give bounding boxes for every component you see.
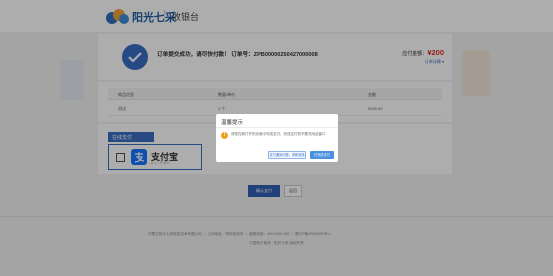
dialog-title: 温馨提示 (221, 120, 244, 126)
payment-problem-button[interactable]: 支付遇到问题，重新选择 (268, 151, 306, 159)
payment-done-button[interactable]: 已完成支付 (310, 151, 334, 159)
warning-icon: ! (221, 132, 228, 139)
dialog-message: 请您在新打开的页面中完成支付，完成支付前不要关闭此窗口 (231, 132, 326, 136)
payment-tip-dialog: 温馨提示 ! 请您在新打开的页面中完成支付，完成支付前不要关闭此窗口 支付遇到问… (216, 114, 338, 162)
dialog-divider (216, 127, 338, 128)
